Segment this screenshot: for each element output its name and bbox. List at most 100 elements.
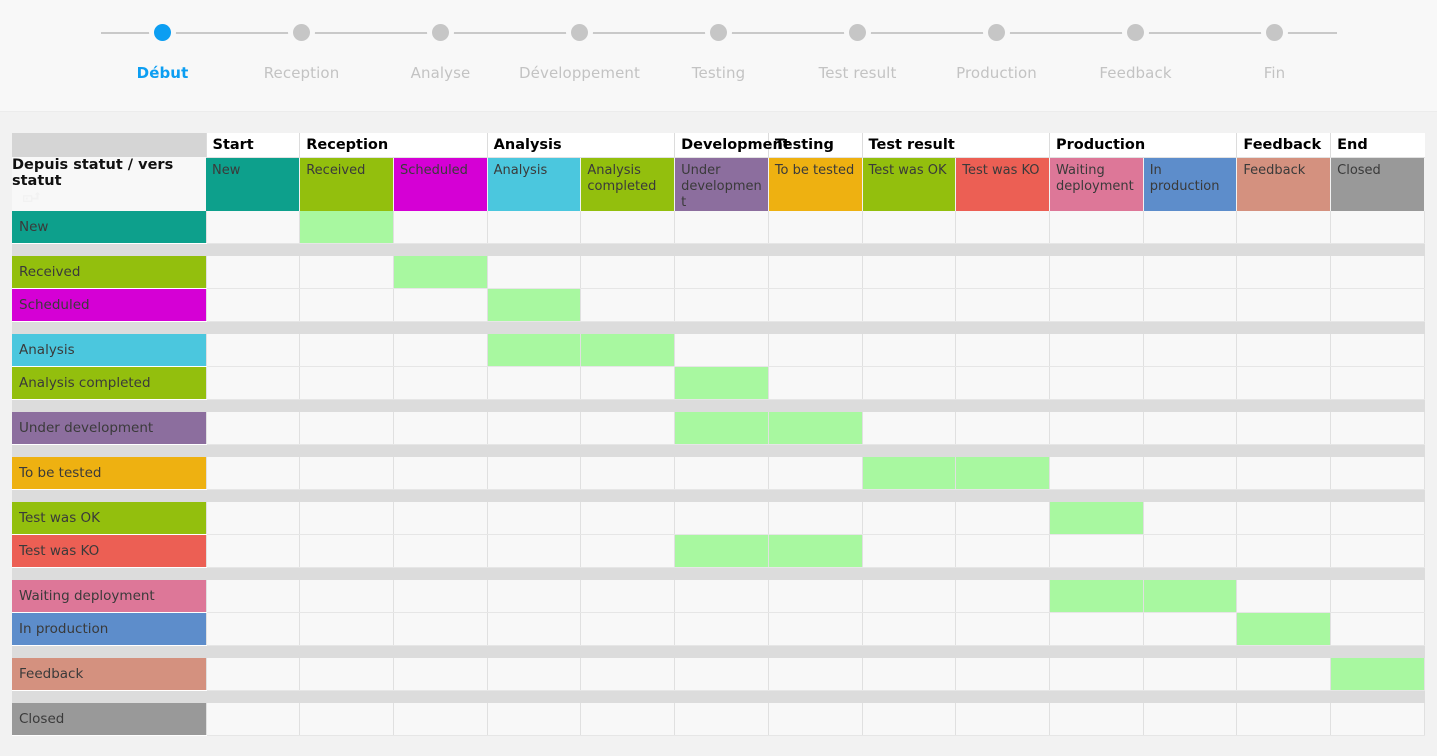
matrix-transition-cell[interactable] bbox=[393, 501, 488, 535]
matrix-transition-cell[interactable] bbox=[1143, 657, 1238, 691]
matrix-transition-cell[interactable] bbox=[674, 657, 769, 691]
matrix-transition-cell[interactable] bbox=[955, 411, 1050, 445]
matrix-transition-cell[interactable] bbox=[299, 534, 394, 568]
matrix-transition-cell[interactable] bbox=[674, 255, 769, 289]
matrix-transition-cell[interactable] bbox=[1236, 579, 1332, 613]
matrix-transition-cell[interactable] bbox=[205, 612, 301, 646]
matrix-transition-cell[interactable] bbox=[205, 702, 301, 736]
matrix-transition-cell[interactable] bbox=[955, 579, 1050, 613]
matrix-transition-cell[interactable] bbox=[580, 534, 676, 568]
matrix-transition-cell[interactable] bbox=[580, 210, 676, 244]
matrix-transition-cell[interactable] bbox=[299, 456, 394, 490]
matrix-transition-cell-active[interactable] bbox=[862, 456, 957, 490]
matrix-transition-cell[interactable] bbox=[205, 366, 301, 400]
matrix-transition-cell[interactable] bbox=[299, 501, 394, 535]
matrix-transition-cell[interactable] bbox=[580, 255, 676, 289]
matrix-transition-cell-active[interactable] bbox=[768, 411, 863, 445]
matrix-transition-cell[interactable] bbox=[487, 612, 582, 646]
matrix-transition-cell[interactable] bbox=[1143, 612, 1238, 646]
matrix-transition-cell[interactable] bbox=[1049, 288, 1144, 322]
matrix-transition-cell[interactable] bbox=[393, 702, 488, 736]
matrix-transition-cell[interactable] bbox=[768, 657, 863, 691]
matrix-transition-cell[interactable] bbox=[955, 501, 1050, 535]
matrix-transition-cell[interactable] bbox=[862, 534, 957, 568]
matrix-transition-cell[interactable] bbox=[768, 456, 863, 490]
matrix-transition-cell[interactable] bbox=[580, 612, 676, 646]
matrix-transition-cell-active[interactable] bbox=[674, 411, 769, 445]
matrix-transition-cell[interactable] bbox=[1143, 411, 1238, 445]
matrix-transition-cell[interactable] bbox=[955, 366, 1050, 400]
matrix-transition-cell[interactable] bbox=[1330, 579, 1425, 613]
matrix-transition-cell[interactable] bbox=[1143, 501, 1238, 535]
matrix-transition-cell[interactable] bbox=[1330, 534, 1425, 568]
matrix-transition-cell[interactable] bbox=[580, 579, 676, 613]
matrix-transition-cell[interactable] bbox=[1330, 288, 1425, 322]
stepper-step-feedback[interactable]: Feedback bbox=[1074, 0, 1198, 112]
matrix-transition-cell-active[interactable] bbox=[393, 255, 488, 289]
matrix-transition-cell[interactable] bbox=[674, 702, 769, 736]
matrix-transition-cell[interactable] bbox=[674, 210, 769, 244]
stepper-step-d-veloppement[interactable]: Développement bbox=[518, 0, 642, 112]
stepper-step-reception[interactable]: Reception bbox=[240, 0, 364, 112]
matrix-transition-cell[interactable] bbox=[1330, 210, 1425, 244]
matrix-transition-cell[interactable] bbox=[768, 579, 863, 613]
matrix-transition-cell[interactable] bbox=[862, 333, 957, 367]
matrix-transition-cell[interactable] bbox=[862, 702, 957, 736]
matrix-transition-cell[interactable] bbox=[1330, 255, 1425, 289]
matrix-transition-cell[interactable] bbox=[862, 501, 957, 535]
matrix-transition-cell[interactable] bbox=[1143, 255, 1238, 289]
matrix-transition-cell[interactable] bbox=[205, 456, 301, 490]
matrix-transition-cell[interactable] bbox=[1049, 612, 1144, 646]
matrix-transition-cell[interactable] bbox=[674, 288, 769, 322]
matrix-transition-cell-active[interactable] bbox=[299, 210, 394, 244]
matrix-transition-cell[interactable] bbox=[1143, 534, 1238, 568]
matrix-transition-cell[interactable] bbox=[768, 702, 863, 736]
matrix-transition-cell[interactable] bbox=[1236, 501, 1332, 535]
matrix-transition-cell[interactable] bbox=[1236, 657, 1332, 691]
matrix-transition-cell[interactable] bbox=[1143, 702, 1238, 736]
matrix-transition-cell[interactable] bbox=[299, 579, 394, 613]
matrix-transition-cell[interactable] bbox=[1236, 411, 1332, 445]
matrix-transition-cell[interactable] bbox=[393, 210, 488, 244]
stepper-step-fin[interactable]: Fin bbox=[1213, 0, 1337, 112]
matrix-transition-cell[interactable] bbox=[205, 501, 301, 535]
matrix-transition-cell[interactable] bbox=[393, 657, 488, 691]
matrix-transition-cell-active[interactable] bbox=[768, 534, 863, 568]
matrix-transition-cell[interactable] bbox=[1330, 333, 1425, 367]
stepper-step-analyse[interactable]: Analyse bbox=[379, 0, 503, 112]
matrix-transition-cell[interactable] bbox=[1236, 210, 1332, 244]
matrix-transition-cell[interactable] bbox=[1236, 702, 1332, 736]
matrix-transition-cell[interactable] bbox=[1330, 702, 1425, 736]
matrix-transition-cell[interactable] bbox=[862, 210, 957, 244]
matrix-transition-cell[interactable] bbox=[299, 288, 394, 322]
matrix-transition-cell-active[interactable] bbox=[1236, 612, 1332, 646]
matrix-transition-cell[interactable] bbox=[768, 501, 863, 535]
matrix-transition-cell[interactable] bbox=[1236, 534, 1332, 568]
matrix-transition-cell[interactable] bbox=[1143, 210, 1238, 244]
matrix-transition-cell[interactable] bbox=[580, 411, 676, 445]
matrix-transition-cell[interactable] bbox=[487, 366, 582, 400]
matrix-transition-cell[interactable] bbox=[393, 366, 488, 400]
matrix-transition-cell[interactable] bbox=[955, 288, 1050, 322]
matrix-transition-cell-active[interactable] bbox=[955, 456, 1050, 490]
matrix-transition-cell[interactable] bbox=[580, 657, 676, 691]
matrix-transition-cell-active[interactable] bbox=[1049, 501, 1144, 535]
matrix-transition-cell[interactable] bbox=[393, 612, 488, 646]
matrix-transition-cell[interactable] bbox=[299, 411, 394, 445]
matrix-transition-cell[interactable] bbox=[487, 210, 582, 244]
matrix-transition-cell[interactable] bbox=[1049, 366, 1144, 400]
stepper-step-production[interactable]: Production bbox=[935, 0, 1059, 112]
matrix-transition-cell[interactable] bbox=[1330, 501, 1425, 535]
matrix-transition-cell[interactable] bbox=[955, 702, 1050, 736]
matrix-transition-cell[interactable] bbox=[1236, 333, 1332, 367]
matrix-transition-cell[interactable] bbox=[674, 333, 769, 367]
matrix-transition-cell[interactable] bbox=[1143, 288, 1238, 322]
matrix-transition-cell[interactable] bbox=[487, 411, 582, 445]
matrix-transition-cell[interactable] bbox=[768, 288, 863, 322]
matrix-transition-cell[interactable] bbox=[1330, 456, 1425, 490]
matrix-transition-cell[interactable] bbox=[674, 456, 769, 490]
matrix-transition-cell[interactable] bbox=[1049, 456, 1144, 490]
stepper-step-test-result[interactable]: Test result bbox=[796, 0, 920, 112]
matrix-transition-cell-active[interactable] bbox=[1049, 579, 1144, 613]
matrix-transition-cell[interactable] bbox=[1049, 255, 1144, 289]
